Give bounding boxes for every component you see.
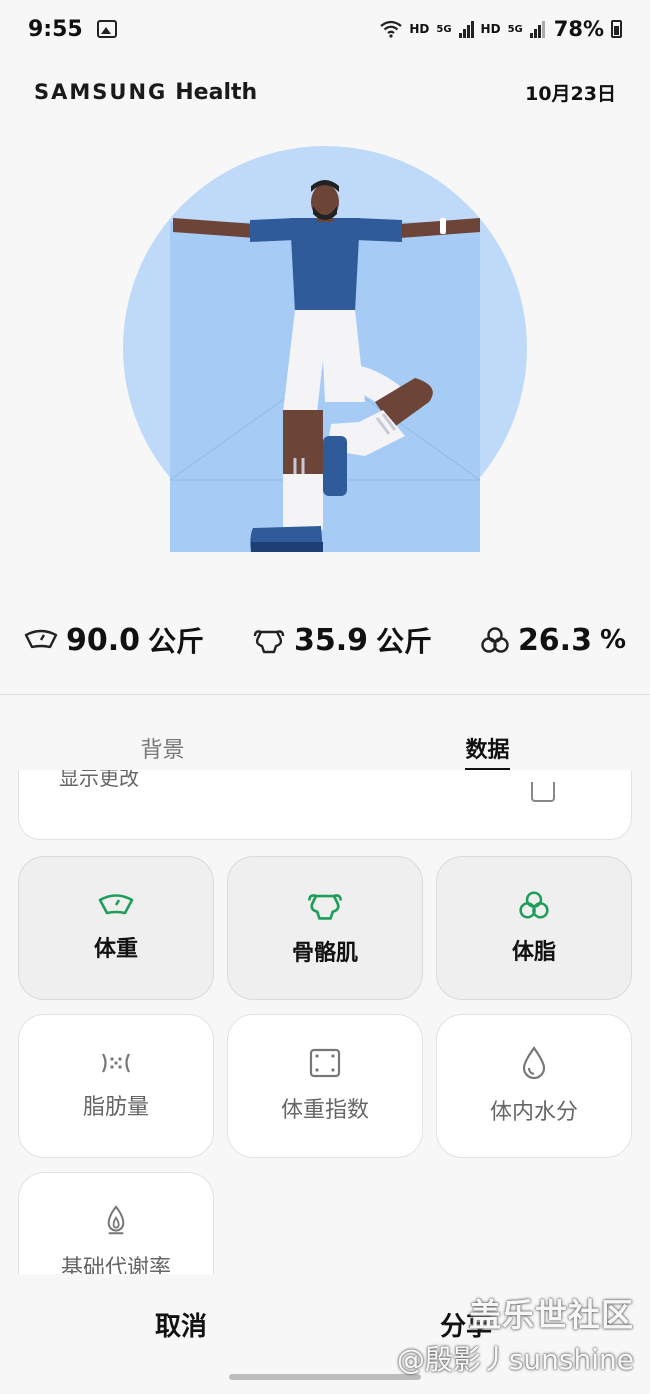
divider: [0, 694, 650, 695]
cancel-button[interactable]: 取消: [155, 1306, 207, 1343]
metric-weight: 90.0 公斤: [24, 620, 204, 660]
flame-icon: [107, 1205, 125, 1235]
water-drop-icon: [522, 1046, 546, 1080]
network-type-2: 5G: [507, 23, 523, 35]
hd-badge-2: HD: [480, 22, 501, 36]
tile-bmr[interactable]: 基础代谢率: [18, 1172, 214, 1282]
fat-mass-icon: [102, 1053, 130, 1073]
bmi-icon: [309, 1048, 341, 1078]
tile-weight-label: 体重: [93, 937, 138, 962]
signal-icon-2: [529, 20, 545, 38]
status-time: 9:55: [28, 16, 83, 42]
status-bar: 9:55 HD 5G HD 5G 78%: [0, 0, 650, 58]
tile-body-water[interactable]: 体内水分: [436, 1014, 632, 1158]
muscle-icon: [308, 894, 342, 920]
metric-skeletal-muscle: 35.9 公斤: [252, 620, 432, 660]
weight-unit: 公斤: [148, 625, 205, 658]
tile-fat-mass[interactable]: 脂肪量: [18, 1014, 214, 1158]
muscle-unit: 公斤: [375, 625, 432, 658]
display-change-card[interactable]: 显示更改: [18, 770, 632, 840]
brand-suffix: Health: [175, 79, 258, 105]
smartwatch: [440, 218, 446, 234]
metric-body-fat: 26.3 %: [480, 623, 626, 658]
body-composition-illustration: [123, 146, 527, 552]
watermark-community: 盖乐世社区: [468, 1296, 634, 1334]
share-card-header: SAMSUNG Health 10月23日: [34, 72, 616, 112]
network-type-1: 5G: [436, 23, 452, 35]
tile-bmi[interactable]: 体重指数: [227, 1014, 423, 1158]
display-change-label: 显示更改: [59, 770, 139, 790]
muscle-icon: [253, 630, 285, 654]
body-fat-icon: [481, 627, 509, 653]
tile-bmi-label: 体重指数: [280, 1098, 369, 1123]
torso: [290, 218, 360, 312]
fat-unit: %: [599, 625, 627, 655]
tile-water-label: 体内水分: [489, 1100, 578, 1125]
body-fat-icon: [519, 891, 549, 919]
tile-weight[interactable]: 体重: [18, 856, 214, 1000]
battery-icon: [611, 20, 622, 38]
tile-skeletal-muscle[interactable]: 骨骼肌: [227, 856, 423, 1000]
metrics-summary: 90.0 公斤 35.9 公斤 26.3 %: [0, 610, 650, 670]
tile-fat-label: 体脂: [511, 940, 556, 965]
brand-logo: SAMSUNG Health: [34, 80, 257, 105]
brand-name: SAMSUNG: [34, 79, 168, 104]
tile-fat-mass-label: 脂肪量: [82, 1095, 149, 1120]
watermark-author: @殷影丿sunshine: [396, 1343, 634, 1376]
signal-icon-1: [458, 20, 474, 38]
record-date: 10月23日: [525, 82, 616, 105]
scale-icon: [24, 629, 58, 649]
hd-badge-1: HD: [409, 22, 430, 36]
muscle-value: 35.9: [293, 622, 368, 658]
status-indicators: HD 5G HD 5G 78%: [380, 17, 622, 41]
home-indicator[interactable]: [229, 1374, 421, 1380]
tile-body-fat[interactable]: 体脂: [436, 856, 632, 1000]
fat-value: 26.3: [517, 622, 592, 658]
wifi-icon: [380, 20, 403, 38]
gallery-notification-icon: [96, 20, 117, 38]
weight-value: 90.0: [65, 622, 140, 658]
tab-background-label: 背景: [140, 738, 185, 763]
scale-icon: [98, 894, 134, 915]
battery-percent: 78%: [553, 17, 604, 41]
checkbox-icon[interactable]: [531, 782, 555, 802]
tab-data-label: 数据: [465, 732, 510, 771]
tile-muscle-label: 骨骼肌: [291, 941, 358, 966]
